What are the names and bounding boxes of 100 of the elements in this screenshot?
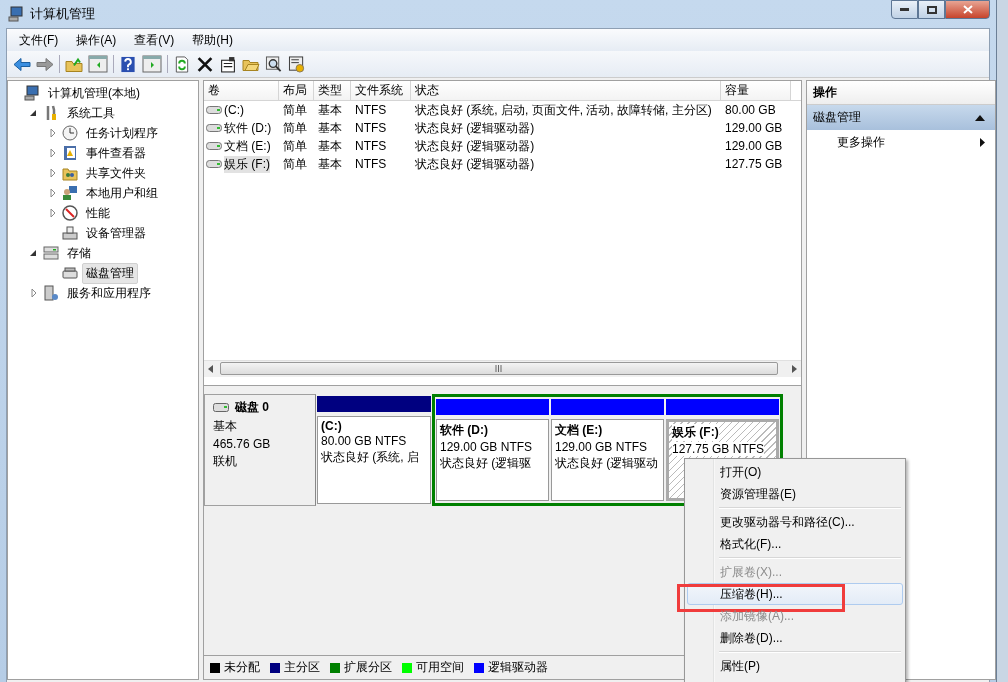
minimize-button[interactable] bbox=[891, 0, 918, 19]
table-cell: 基本 bbox=[318, 119, 342, 137]
partition-label: 文档 (E:) bbox=[555, 422, 603, 439]
column-header[interactable]: 容量 bbox=[721, 81, 791, 100]
grip-icon bbox=[495, 365, 503, 372]
tree-item[interactable]: 性能 bbox=[82, 202, 114, 224]
device-icon bbox=[62, 225, 78, 241]
computer-icon bbox=[24, 85, 40, 101]
table-cell[interactable]: 软件 (D:) bbox=[224, 119, 272, 137]
back-arrow-icon[interactable] bbox=[13, 55, 31, 73]
partition-status: 状态良好 (系统, 启 bbox=[321, 449, 419, 466]
partition-label: 娱乐 (F:) bbox=[672, 424, 719, 441]
menu-item[interactable]: 操作(A) bbox=[76, 31, 117, 49]
submenu-arrow-icon bbox=[980, 138, 985, 147]
column-header[interactable]: 卷 bbox=[204, 81, 279, 100]
table-cell: 基本 bbox=[318, 155, 342, 173]
partition-size: 127.75 GB NTFS bbox=[672, 442, 765, 456]
table-cell[interactable]: 娱乐 (F:) bbox=[224, 155, 270, 173]
close-icon bbox=[962, 5, 973, 14]
menu-item[interactable]: 查看(V) bbox=[134, 31, 175, 49]
table-cell: NTFS bbox=[355, 121, 387, 135]
forward-arrow-icon[interactable] bbox=[36, 55, 54, 73]
partition-status: 状态良好 (逻辑驱动 bbox=[555, 455, 659, 472]
log-book-icon bbox=[62, 145, 78, 161]
disk-size: 465.76 GB bbox=[213, 437, 272, 451]
close-button[interactable] bbox=[945, 0, 990, 19]
horizontal-scrollbar[interactable] bbox=[204, 360, 801, 377]
expand-arrow-icon[interactable] bbox=[30, 289, 38, 297]
collapse-arrow-icon[interactable] bbox=[30, 109, 38, 117]
table-cell[interactable]: 文档 (E:) bbox=[224, 137, 271, 155]
tree-item[interactable]: 事件查看器 bbox=[82, 142, 150, 164]
context-menu-item[interactable]: 更改驱动器号和路径(C)... bbox=[687, 511, 903, 533]
tree-item[interactable]: 计算机管理(本地) bbox=[44, 82, 144, 104]
tree-item[interactable]: 存储 bbox=[63, 242, 95, 264]
table-cell: 简单 bbox=[283, 119, 307, 137]
table-cell: 129.00 GB bbox=[725, 139, 783, 153]
partition-label: 软件 (D:) bbox=[440, 422, 488, 439]
table-cell: 状态良好 (逻辑驱动器) bbox=[415, 137, 535, 155]
scroll-right-icon[interactable] bbox=[791, 365, 797, 373]
disk-info-panel[interactable]: 磁盘 0 基本 465.76 GB 联机 bbox=[204, 394, 316, 506]
settings-icon[interactable] bbox=[288, 55, 306, 73]
drive-icon bbox=[206, 160, 222, 168]
context-menu-item[interactable]: 格式化(F)... bbox=[687, 533, 903, 555]
table-cell: 简单 bbox=[283, 137, 307, 155]
expand-arrow-icon[interactable] bbox=[49, 209, 57, 217]
column-header[interactable]: 状态 bbox=[411, 81, 721, 100]
tree-item[interactable]: 磁盘管理 bbox=[82, 262, 138, 284]
expand-arrow-icon[interactable] bbox=[49, 189, 57, 197]
partition-size: 129.00 GB NTFS bbox=[555, 440, 648, 454]
expand-arrow-icon[interactable] bbox=[49, 149, 57, 157]
menu-item[interactable]: 文件(F) bbox=[19, 31, 59, 49]
shared-folder-icon bbox=[62, 165, 78, 181]
disk-status: 联机 bbox=[213, 453, 238, 470]
action-pane-icon[interactable] bbox=[142, 54, 162, 74]
scroll-left-icon[interactable] bbox=[208, 365, 214, 373]
tree-item[interactable]: 本地用户和组 bbox=[82, 182, 162, 204]
actions-section[interactable]: 磁盘管理 bbox=[807, 105, 995, 130]
maximize-button[interactable] bbox=[918, 0, 945, 19]
action-item[interactable]: 更多操作 bbox=[807, 130, 995, 155]
table-cell: NTFS bbox=[355, 157, 387, 171]
expand-arrow-icon[interactable] bbox=[49, 129, 57, 137]
drive-icon bbox=[206, 106, 222, 114]
context-menu-item[interactable]: 压缩卷(H)... bbox=[687, 583, 903, 605]
partition-label: (C:) bbox=[321, 419, 342, 433]
menu-item[interactable]: 帮助(H) bbox=[192, 31, 233, 49]
table-cell[interactable]: (C:) bbox=[224, 103, 244, 117]
refresh-icon[interactable] bbox=[173, 55, 191, 73]
table-cell: 简单 bbox=[283, 155, 307, 173]
table-cell: 基本 bbox=[318, 137, 342, 155]
disk-name: 磁盘 0 bbox=[235, 399, 269, 416]
tree-item[interactable]: 服务和应用程序 bbox=[63, 282, 155, 304]
disk-type: 基本 bbox=[213, 418, 238, 435]
search-icon[interactable] bbox=[265, 55, 283, 73]
scrollbar-thumb[interactable] bbox=[220, 362, 778, 375]
properties-icon[interactable] bbox=[219, 55, 237, 73]
column-header[interactable]: 布局 bbox=[279, 81, 314, 100]
computer-icon bbox=[8, 6, 24, 22]
partition-status: 状态良好 (逻辑驱 bbox=[440, 455, 532, 472]
context-menu-item[interactable]: 删除卷(D)... bbox=[687, 627, 903, 649]
disk-icon bbox=[62, 265, 78, 281]
tree-item[interactable]: 共享文件夹 bbox=[82, 162, 150, 184]
table-cell: 127.75 GB bbox=[725, 157, 783, 171]
table-cell: 状态良好 (逻辑驱动器) bbox=[415, 119, 535, 137]
context-menu-item[interactable]: 属性(P) bbox=[687, 655, 903, 677]
partition-size: 129.00 GB NTFS bbox=[440, 440, 533, 454]
table-cell: 基本 bbox=[318, 101, 342, 119]
drive-icon bbox=[206, 124, 222, 132]
users-icon bbox=[62, 185, 78, 201]
column-header[interactable]: 类型 bbox=[314, 81, 351, 100]
help-icon[interactable] bbox=[119, 55, 137, 73]
legend-label: 扩展分区 bbox=[344, 659, 392, 676]
collapse-arrow-icon[interactable] bbox=[30, 249, 38, 257]
delete-icon[interactable] bbox=[196, 55, 214, 73]
tree-item[interactable]: 任务计划程序 bbox=[82, 122, 162, 144]
column-header[interactable]: 文件系统 bbox=[351, 81, 411, 100]
console-tree-icon[interactable] bbox=[88, 54, 108, 74]
up-folder-icon[interactable] bbox=[65, 55, 83, 73]
expand-arrow-icon[interactable] bbox=[49, 169, 57, 177]
tree-item[interactable]: 系统工具 bbox=[63, 102, 119, 124]
tree-item[interactable]: 设备管理器 bbox=[82, 222, 150, 244]
